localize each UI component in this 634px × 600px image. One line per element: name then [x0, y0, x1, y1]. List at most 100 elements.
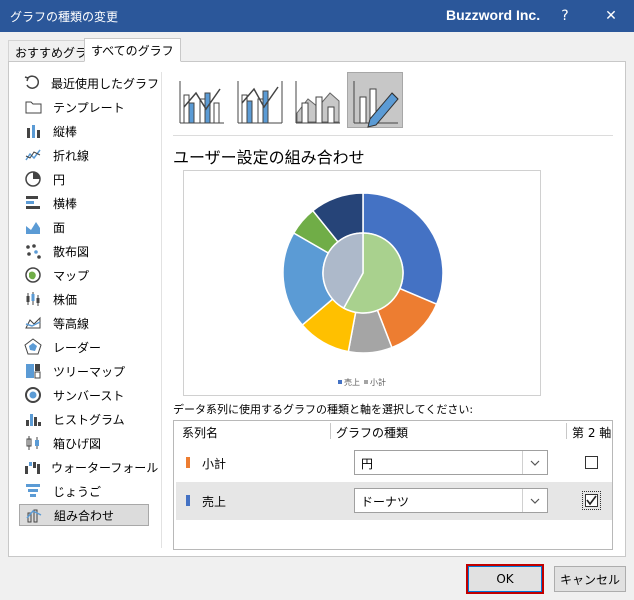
waterfall-icon	[23, 458, 41, 476]
chart-type-value: 円	[361, 457, 374, 471]
tab-strip: おすすめグラフ すべてのグラフ	[0, 36, 634, 62]
pie-donut-chart: 売上 小計	[282, 192, 444, 387]
column-chart-icon	[23, 122, 43, 140]
category-item[interactable]: 等高線	[19, 312, 149, 334]
combo-chart-icon	[24, 506, 44, 524]
stacked-area-clustered-column-icon	[295, 81, 340, 124]
series-name: 小計	[202, 457, 227, 471]
sunburst-icon	[23, 386, 43, 404]
category-item[interactable]: マップ	[19, 264, 149, 286]
category-item[interactable]: 最近使用したグラフ	[19, 72, 159, 94]
category-label: ウォーターフォール	[51, 460, 159, 475]
subtype-column-line-secondary-axis[interactable]	[231, 72, 287, 128]
col-header-secondary-axis: 第 2 軸	[572, 426, 612, 440]
cancel-button[interactable]: キャンセル	[554, 566, 626, 592]
ok-button[interactable]: OK	[468, 566, 542, 592]
category-label: 最近使用したグラフ	[51, 76, 160, 91]
col-header-series-name: 系列名	[182, 426, 219, 440]
category-item[interactable]: 組み合わせ	[19, 504, 149, 526]
chart-heading: ユーザー設定の組み合わせ	[173, 148, 365, 167]
col-divider	[330, 423, 331, 439]
legend-swatch	[338, 380, 342, 384]
funnel-icon	[23, 482, 43, 500]
series-table: 系列名 グラフの種類 第 2 軸 小計 円 売上 ドーナツ	[173, 420, 613, 550]
chart-panel: 最近使用したグラフ テンプレート 縦棒 折れ線円横棒面散布図 マップ 株価 等高線 レーダーツ…	[8, 61, 626, 557]
table-row: 小計 円	[176, 444, 612, 482]
folder-icon	[23, 98, 43, 116]
category-item[interactable]: 株価	[19, 288, 149, 310]
close-button[interactable]: ✕	[596, 5, 626, 27]
recent-icon	[23, 74, 41, 92]
category-label: 横棒	[53, 196, 78, 211]
help-button[interactable]: ?	[550, 5, 580, 27]
secondary-axis-checkbox[interactable]	[582, 491, 601, 510]
vertical-divider	[161, 72, 162, 548]
histogram-icon	[23, 410, 43, 428]
series-color-marker	[186, 457, 190, 468]
col-header-chart-type: グラフの種類	[336, 426, 409, 440]
clustered-column-line-icon	[179, 81, 224, 124]
secondary-axis-checkbox[interactable]	[585, 456, 598, 469]
category-label: 円	[53, 172, 66, 187]
line-chart-icon	[23, 146, 43, 164]
scatter-chart-icon	[23, 242, 43, 260]
bar-chart-icon	[23, 194, 43, 212]
tab-all-charts[interactable]: すべてのグラフ	[84, 38, 181, 62]
category-item[interactable]: サンバースト	[19, 384, 149, 406]
category-label: テンプレート	[53, 100, 125, 115]
category-label: サンバースト	[53, 388, 125, 403]
col-divider	[566, 423, 567, 439]
category-label: マップ	[53, 268, 90, 283]
checkmark-icon	[586, 495, 597, 506]
treemap-icon	[23, 362, 43, 380]
subtype-clustered-column-line[interactable]	[173, 72, 229, 128]
subtype-custom-combination[interactable]	[347, 72, 403, 128]
category-item[interactable]: 折れ線	[19, 144, 149, 166]
category-item[interactable]: 円	[19, 168, 149, 190]
category-label: 組み合わせ	[54, 508, 115, 523]
category-label: 等高線	[53, 316, 90, 331]
gallery-divider	[173, 135, 613, 136]
subtype-area-column[interactable]	[289, 72, 345, 128]
category-item[interactable]: じょうご	[19, 480, 149, 502]
brand-label: Buzzword Inc.	[446, 7, 541, 23]
category-label: 散布図	[53, 244, 90, 259]
category-label: 株価	[53, 292, 78, 307]
legend-label: 売上	[344, 377, 360, 387]
chart-type-select[interactable]: ドーナツ	[354, 488, 548, 513]
map-icon	[23, 266, 43, 284]
stock-chart-icon	[23, 290, 43, 308]
chart-type-select[interactable]: 円	[354, 450, 548, 475]
table-row: 売上 ドーナツ	[176, 482, 612, 520]
title-bar: グラフの種類の変更 Buzzword Inc. ? ✕	[0, 0, 634, 32]
category-item[interactable]: 横棒	[19, 192, 149, 214]
category-label: 縦棒	[53, 124, 78, 139]
category-item[interactable]: テンプレート	[19, 96, 149, 118]
chart-legend: 売上 小計	[338, 377, 386, 387]
category-item[interactable]: 箱ひげ図	[19, 432, 149, 454]
category-item[interactable]: 縦棒	[19, 120, 149, 142]
category-label: ツリーマップ	[53, 364, 126, 379]
pie-chart-icon	[23, 170, 43, 188]
instruction-text: データ系列に使用するグラフの種類と軸を選択してください:	[173, 403, 474, 416]
surface-chart-icon	[23, 314, 43, 332]
category-label: ヒストグラム	[53, 412, 125, 427]
custom-combination-icon	[353, 81, 399, 128]
clustered-column-line-secondary-axis-icon	[237, 81, 283, 124]
category-label: 面	[53, 220, 66, 235]
radar-chart-icon	[23, 338, 43, 356]
legend-label: 小計	[370, 377, 386, 387]
chevron-down-icon[interactable]	[522, 489, 547, 512]
category-item[interactable]: ヒストグラム	[19, 408, 149, 430]
category-item[interactable]: ウォーターフォール	[19, 456, 158, 478]
category-label: 折れ線	[53, 148, 90, 163]
category-item[interactable]: 散布図	[19, 240, 149, 262]
category-item[interactable]: ツリーマップ	[19, 360, 149, 382]
chevron-down-icon[interactable]	[522, 451, 547, 474]
chart-type-value: ドーナツ	[361, 495, 410, 509]
category-item[interactable]: 面	[19, 216, 149, 238]
category-item[interactable]: レーダー	[19, 336, 149, 358]
chart-preview: 売上 小計	[183, 170, 541, 396]
category-label: じょうご	[53, 484, 102, 499]
window-title: グラフの種類の変更	[10, 10, 119, 24]
